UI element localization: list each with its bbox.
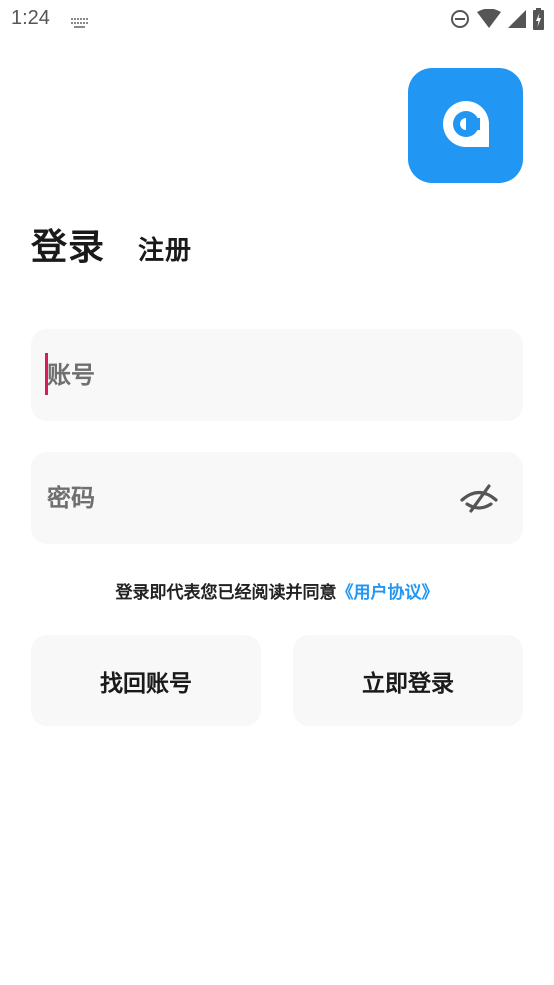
agreement-text: 登录即代表您已经阅读并同意 [115,583,337,603]
tab-login[interactable]: 登录 [31,218,105,270]
eye-off-icon[interactable] [459,480,499,516]
status-time: 1:24 [11,7,50,29]
password-field[interactable] [31,452,523,544]
login-button[interactable]: 立即登录 [293,635,523,726]
wifi-icon [477,9,501,29]
user-agreement-link[interactable]: 《用户协议》 [337,583,439,603]
battery-charging-icon [533,8,544,30]
recover-account-button[interactable]: 找回账号 [31,635,261,726]
signal-icon [508,9,526,29]
status-icons [450,8,544,30]
password-input[interactable] [47,452,447,544]
keyboard-icon [71,13,89,28]
tab-register[interactable]: 注册 [138,230,192,267]
account-field[interactable] [31,329,523,421]
status-bar: 1:24 [0,0,554,40]
app-logo [408,68,523,183]
account-input[interactable] [47,329,447,421]
agreement-notice: 登录即代表您已经阅读并同意《用户协议》 [0,578,554,603]
app-logo-icon [436,97,496,155]
do-not-disturb-icon [450,9,470,29]
